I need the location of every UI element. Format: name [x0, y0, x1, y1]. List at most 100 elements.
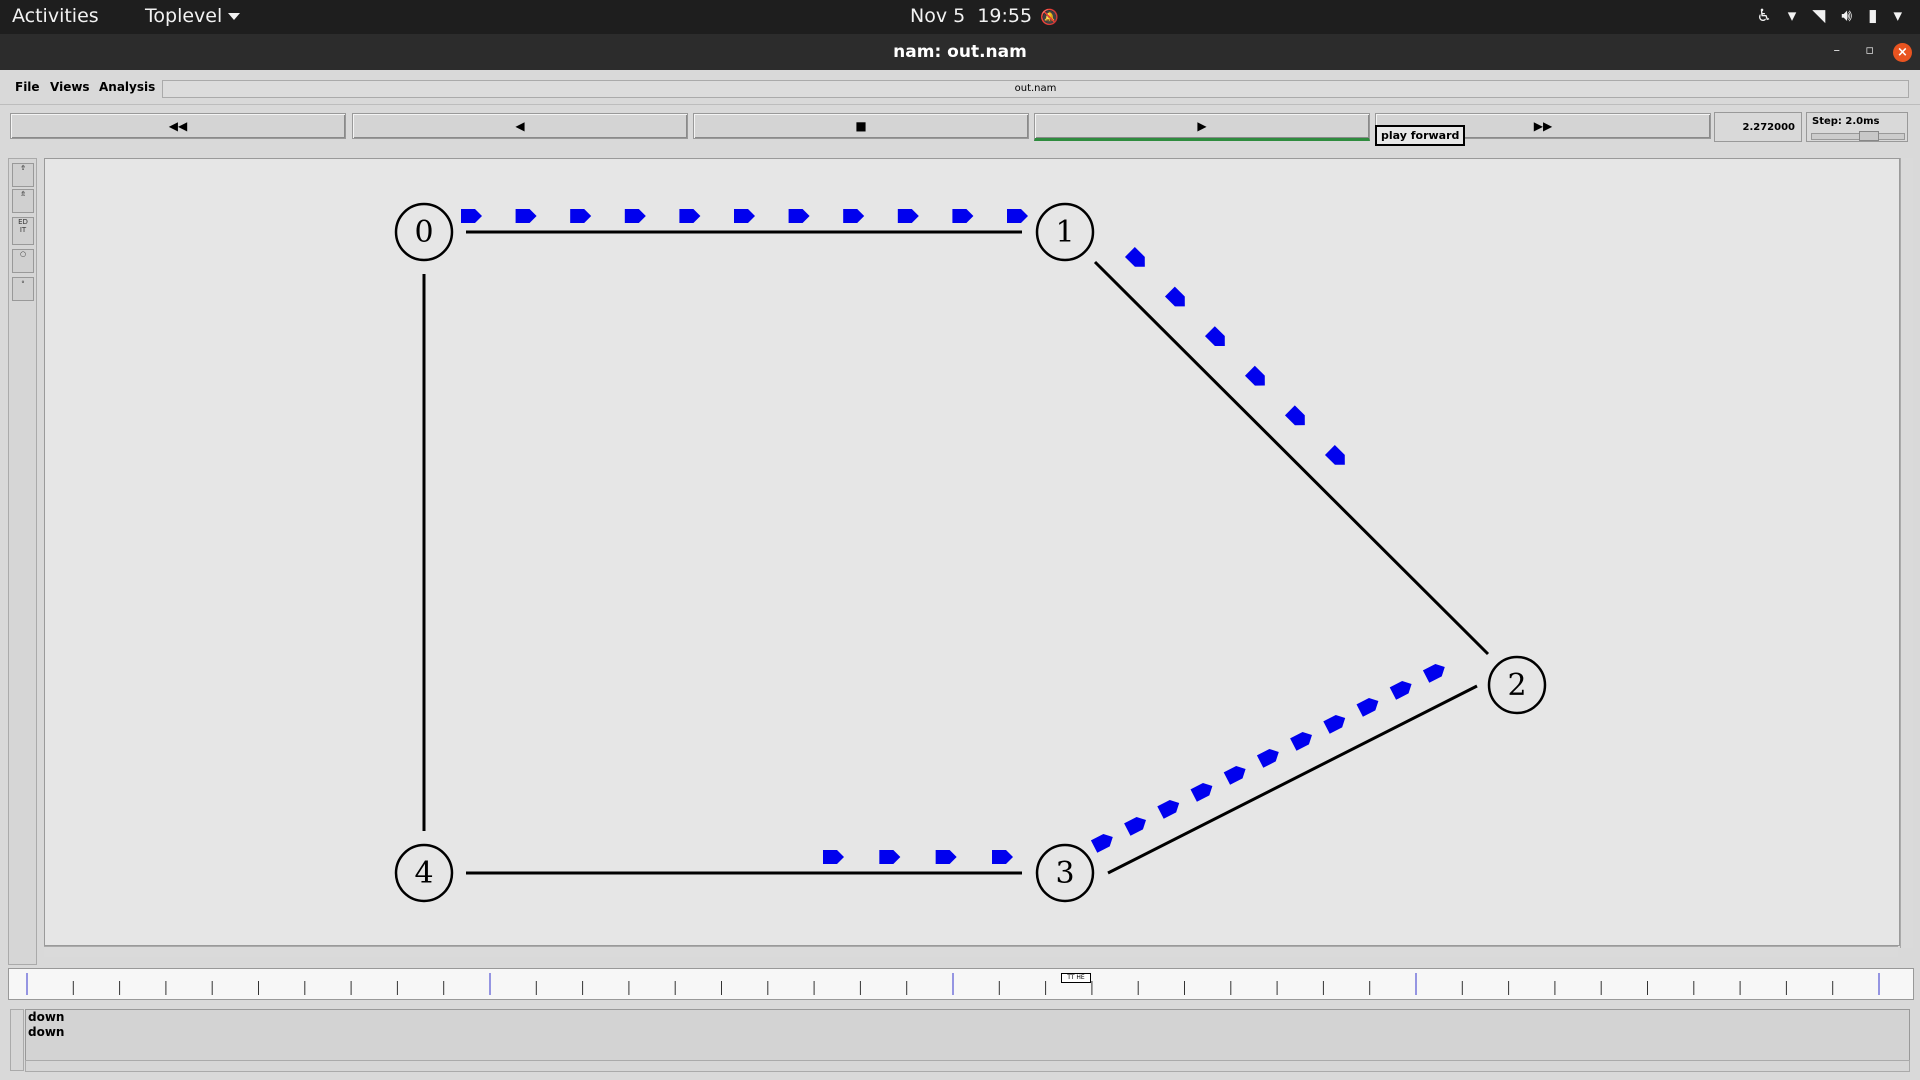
bell-muted-icon: 🔕: [1040, 8, 1059, 26]
chevron-down-icon: [228, 13, 241, 20]
packet[interactable]: [1164, 286, 1190, 312]
clock[interactable]: Nov 5 19:55 🔕: [910, 5, 1059, 27]
packet[interactable]: [1323, 712, 1348, 734]
annotation-horizontal-scrollbar[interactable]: [25, 1060, 1910, 1072]
battery-icon[interactable]: ▮: [1868, 6, 1877, 26]
volume-icon[interactable]: 🔊︎: [1841, 6, 1852, 26]
packet[interactable]: [879, 850, 901, 864]
wifi-icon[interactable]: ◥: [1812, 6, 1825, 26]
packet[interactable]: [515, 209, 537, 223]
stop-icon: ■: [855, 119, 867, 133]
node-3-label: 3: [1055, 856, 1074, 891]
zoom-out-icon[interactable]: ⇯: [12, 189, 34, 213]
rewind-button[interactable]: ◀◀: [10, 113, 346, 139]
menu-file[interactable]: File: [15, 80, 40, 94]
node-1-label: 1: [1055, 215, 1074, 250]
play-forward-icon: ▶: [1197, 119, 1207, 133]
canvas-horizontal-scrollbar[interactable]: [44, 946, 1898, 957]
packet[interactable]: [1284, 405, 1310, 430]
close-button[interactable]: ×: [1893, 43, 1912, 62]
filename-field: out.nam: [162, 80, 1909, 98]
packet[interactable]: [992, 850, 1013, 864]
packet[interactable]: [624, 209, 646, 223]
annotation-line: down: [28, 1010, 65, 1024]
chevron-down-icon[interactable]: ▾: [1788, 6, 1797, 26]
window-title-bar: nam: out.nam – ▫ ×: [0, 34, 1920, 70]
link-2-3: [1107, 684, 1478, 875]
timeline-marker[interactable]: TT HE: [1061, 973, 1091, 983]
small-circle-icon[interactable]: ∘: [12, 277, 34, 301]
tool-strip: ⇮ ⇯ ED IT ○ ∘: [8, 158, 37, 965]
packet[interactable]: [952, 209, 974, 223]
packet[interactable]: [1324, 444, 1350, 470]
packet[interactable]: [1290, 729, 1315, 751]
node-0[interactable]: 0: [394, 202, 454, 262]
annotation-vertical-scrollbar[interactable]: [10, 1009, 24, 1071]
node-0-label: 0: [414, 215, 433, 250]
packet[interactable]: [1157, 797, 1182, 819]
packet[interactable]: [1356, 695, 1382, 717]
packet[interactable]: [1244, 365, 1270, 391]
app-menu-label: Toplevel: [145, 5, 223, 27]
step-slider-track[interactable]: [1811, 133, 1905, 140]
packet[interactable]: [1090, 831, 1116, 853]
play-forward-tooltip: play forward: [1375, 125, 1466, 146]
packet[interactable]: [1204, 326, 1230, 351]
play-forward-button[interactable]: ▶: [1034, 113, 1370, 141]
packet[interactable]: [1124, 814, 1149, 836]
node-2[interactable]: 2: [1487, 655, 1547, 715]
packet[interactable]: [461, 209, 482, 223]
play-backward-icon: ◀: [515, 119, 525, 133]
play-backward-button[interactable]: ◀: [352, 113, 688, 139]
packet[interactable]: [679, 209, 701, 223]
minimize-button[interactable]: –: [1834, 43, 1841, 58]
packet[interactable]: [1256, 746, 1282, 768]
edit-icon[interactable]: ED IT: [12, 217, 34, 245]
packet[interactable]: [1389, 678, 1415, 700]
menu-views[interactable]: Views: [50, 80, 90, 94]
packet[interactable]: [734, 209, 755, 223]
node-2-label: 2: [1507, 668, 1526, 703]
node-4[interactable]: 4: [394, 843, 454, 903]
canvas-vertical-scrollbar[interactable]: [1900, 158, 1913, 948]
menu-analysis[interactable]: Analysis: [99, 80, 155, 94]
packet[interactable]: [843, 209, 865, 223]
link-1-2: [1093, 260, 1490, 656]
fast-forward-icon: ▶▶: [1533, 119, 1553, 133]
stop-button[interactable]: ■: [693, 113, 1029, 139]
transport-controls: ◀◀ ◀ ■ ▶ ▶▶ 2.272000 Step: 2.0ms: [0, 110, 1920, 146]
packet[interactable]: [823, 850, 844, 864]
system-tray[interactable]: ♿︎ ▾ ◥ 🔊︎ ▮ ▾: [1757, 6, 1903, 26]
timeline-ticks: [26, 973, 1880, 995]
circle-icon[interactable]: ○: [12, 249, 34, 273]
packets-layer: [461, 209, 1448, 864]
timeline-slider[interactable]: [8, 968, 1914, 1000]
step-slider-handle[interactable]: [1859, 131, 1879, 141]
zoom-in-icon[interactable]: ⇮: [12, 163, 34, 187]
system-top-bar: Activities Toplevel Nov 5 19:55 🔕 ♿︎ ▾ ◥ …: [0, 0, 1920, 34]
maximize-button[interactable]: ▫: [1865, 43, 1874, 58]
accessibility-icon[interactable]: ♿︎: [1757, 6, 1772, 26]
annotation-panel: down down: [25, 1009, 1910, 1061]
packet[interactable]: [1007, 209, 1028, 223]
packet[interactable]: [897, 209, 919, 223]
annotation-line: down: [28, 1025, 65, 1039]
chevron-down-icon[interactable]: ▾: [1893, 6, 1902, 26]
network-canvas[interactable]: 0 1 2 3 4: [44, 158, 1900, 946]
node-3[interactable]: 3: [1035, 843, 1095, 903]
current-time: 2.272000: [1714, 112, 1802, 142]
app-menu[interactable]: Toplevel: [145, 5, 241, 27]
packet[interactable]: [1124, 246, 1150, 272]
packet[interactable]: [570, 209, 592, 223]
activities-button[interactable]: Activities: [12, 5, 99, 27]
packet[interactable]: [1422, 661, 1448, 683]
packet[interactable]: [1190, 780, 1216, 802]
packet[interactable]: [935, 850, 957, 864]
node-1[interactable]: 1: [1035, 202, 1095, 262]
time-label: 19:55: [977, 5, 1033, 27]
packet[interactable]: [1223, 763, 1249, 785]
packet[interactable]: [788, 209, 810, 223]
date-label: Nov 5: [910, 5, 966, 27]
menu-bar: File Views Analysis out.nam: [0, 70, 1920, 105]
window-title: nam: out.nam: [893, 42, 1027, 62]
